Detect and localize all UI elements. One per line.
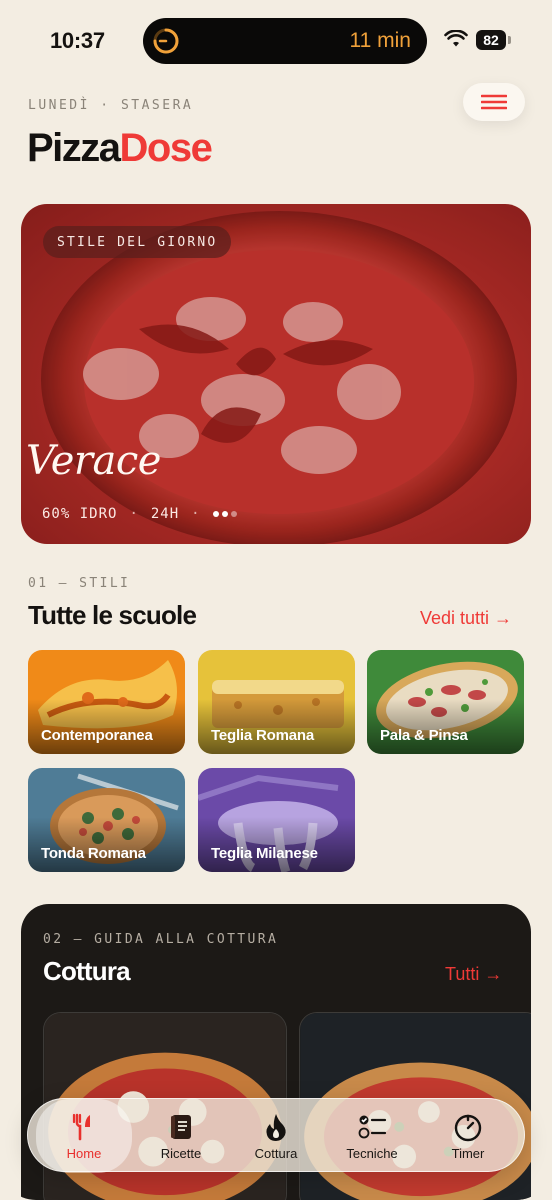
tab-label: Home xyxy=(66,1145,102,1161)
meta-separator: · xyxy=(129,506,139,522)
page-dot xyxy=(221,511,228,517)
bottom-tab-bar: Home Ricette Cottura Tecniche Timer xyxy=(27,1098,525,1173)
cooking-eyebrow: 02 — GUIDA ALLA COTTURA xyxy=(43,932,279,947)
style-tile-label: Pala & Pinsa xyxy=(380,727,468,744)
page-dot xyxy=(230,511,237,517)
battery-nub xyxy=(508,36,511,44)
style-tile-teglia-romana[interactable]: Teglia Romana xyxy=(198,650,355,754)
see-all-styles-link[interactable]: Vedi tutti → xyxy=(420,608,512,629)
checklist-icon xyxy=(358,1115,387,1138)
tab-label: Tecniche xyxy=(346,1145,398,1161)
tab-label: Cottura xyxy=(254,1145,298,1161)
style-of-day-chip: STILE DEL GIORNO xyxy=(43,226,232,258)
menu-button[interactable] xyxy=(463,83,525,121)
fork-knife-icon xyxy=(72,1113,90,1140)
tab-label: Ricette xyxy=(160,1145,202,1161)
app-screen: 10:37 11 min 82 LUNEDÌ · STASERA PizzaDo… xyxy=(0,0,552,1200)
tab-timer[interactable]: Timer xyxy=(420,1099,516,1173)
style-tile-label: Teglia Romana xyxy=(211,727,314,744)
style-tile-label: Tonda Romana xyxy=(41,845,146,862)
style-tile-tonda-romana[interactable]: Tonda Romana xyxy=(28,768,185,872)
tab-home[interactable]: Home xyxy=(36,1099,132,1173)
status-time: 10:37 xyxy=(50,28,105,53)
tab-ricette[interactable]: Ricette xyxy=(133,1099,229,1173)
hero-meta: 60% IDRO · 24H · xyxy=(42,506,237,522)
book-icon xyxy=(171,1114,191,1139)
style-tile-teglia-milanese[interactable]: Teglia Milanese xyxy=(198,768,355,872)
timer-icon xyxy=(454,1114,482,1141)
dynamic-island[interactable]: 11 min xyxy=(143,18,427,64)
hamburger-menu-icon xyxy=(481,94,507,110)
tab-tecniche[interactable]: Tecniche xyxy=(324,1099,420,1173)
island-timer-text: 11 min xyxy=(349,29,411,52)
carousel-page-dots[interactable] xyxy=(212,511,237,517)
style-of-the-day-card[interactable]: STILE DEL GIORNO xyxy=(21,204,531,544)
style-tile-label: Contemporanea xyxy=(41,727,153,744)
tab-cottura[interactable]: Cottura xyxy=(228,1099,324,1173)
battery-indicator: 82 xyxy=(476,30,506,50)
tab-label: Timer xyxy=(451,1145,485,1161)
page-dot xyxy=(212,511,219,517)
cooking-title: Cottura xyxy=(43,956,131,986)
timer-ring-icon xyxy=(153,28,179,54)
meta-separator: · xyxy=(191,506,201,522)
flame-icon xyxy=(266,1113,286,1141)
day-eyebrow: LUNEDÌ · STASERA xyxy=(28,98,194,113)
style-tile-label: Teglia Milanese xyxy=(211,845,318,862)
logo-part-pizza: Pizza xyxy=(27,126,121,170)
time-meta: 24H xyxy=(150,506,180,522)
logo-part-dose: Dose xyxy=(119,126,213,170)
see-all-cooking-link[interactable]: Tutti → xyxy=(445,964,502,985)
styles-title: Tutte le scuole xyxy=(28,600,197,630)
style-tile-contemporanea[interactable]: Contemporanea xyxy=(28,650,185,754)
app-logo: PizzaDose xyxy=(27,126,213,171)
style-tile-pala-pinsa[interactable]: Pala & Pinsa xyxy=(367,650,524,754)
wifi-icon xyxy=(444,30,468,47)
styles-eyebrow: 01 — STILI xyxy=(28,576,131,591)
hydration-meta: 60% IDRO xyxy=(42,506,118,522)
hero-title: Verace xyxy=(26,438,161,484)
